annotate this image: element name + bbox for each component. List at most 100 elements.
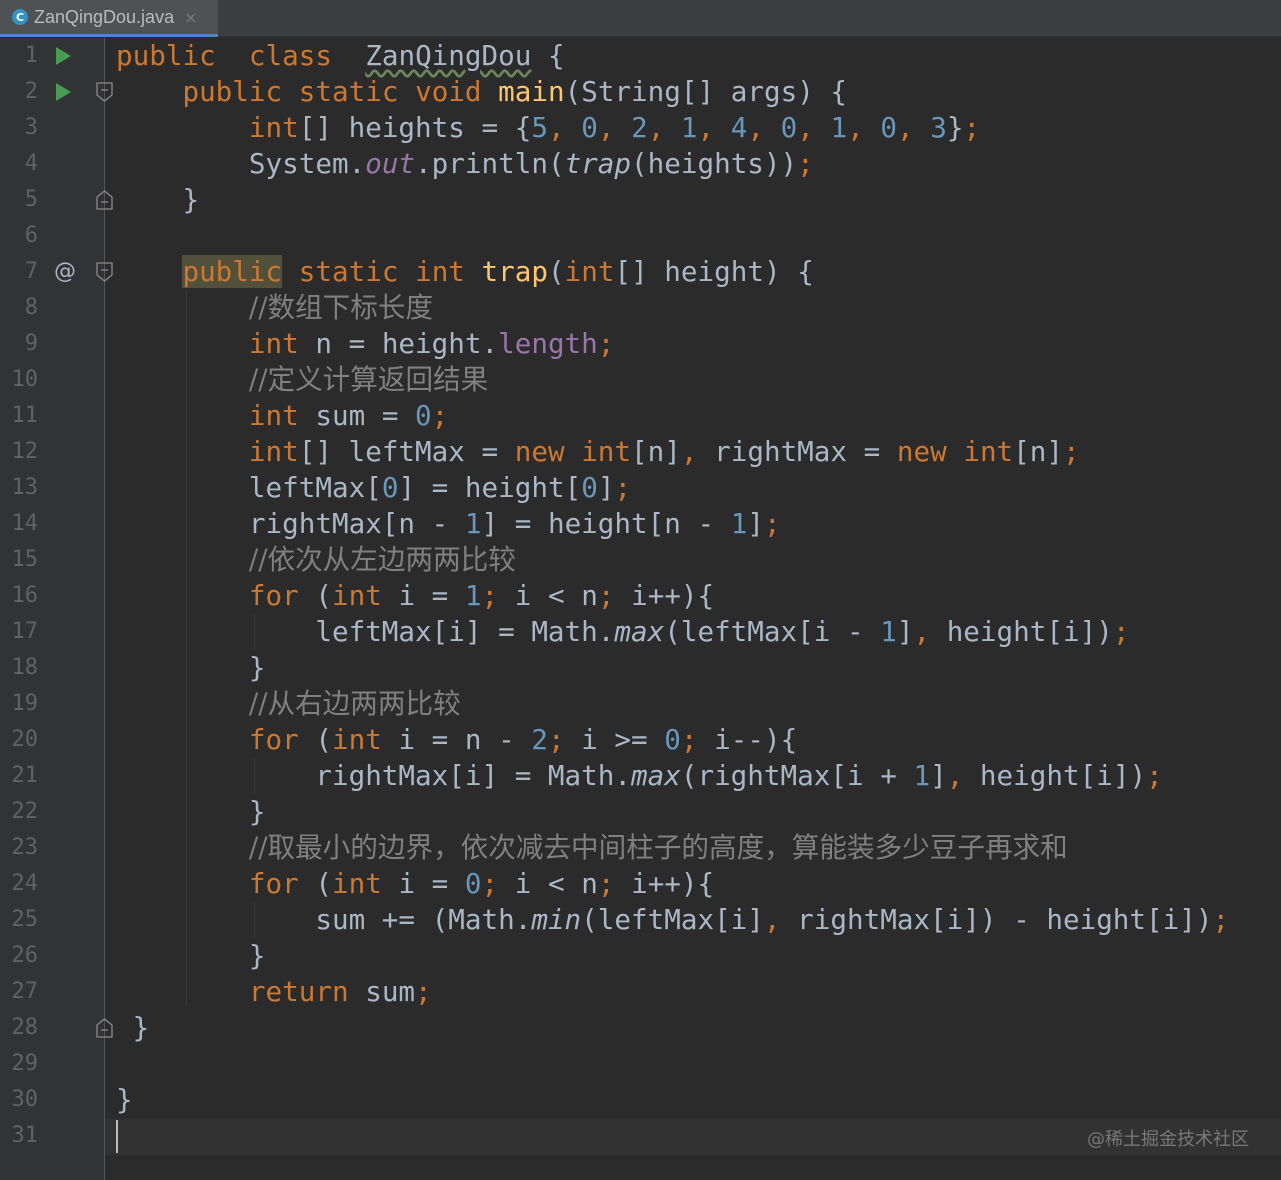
line-number[interactable]: 14 (0, 506, 39, 542)
line-number[interactable]: 16 (0, 578, 39, 614)
code-line[interactable]: public class ZanQingDou { (116, 38, 565, 74)
code-line[interactable]: //定义计算返回结果 (116, 362, 488, 398)
code-line[interactable]: int n = height.length; (116, 326, 615, 362)
code-line[interactable]: } (116, 650, 266, 686)
text-caret (116, 1120, 118, 1153)
run-icon[interactable] (56, 83, 71, 101)
code-token: } (116, 1083, 133, 1116)
line-number[interactable]: 31 (0, 1118, 39, 1154)
line-number[interactable]: 6 (0, 218, 38, 254)
code-line[interactable]: leftMax[0] = height[0]; (116, 470, 631, 506)
code-token: 1 (680, 111, 698, 144)
line-number[interactable]: 2 (0, 74, 38, 110)
line-number[interactable]: 29 (0, 1046, 39, 1082)
code-line[interactable]: int sum = 0; (116, 398, 448, 434)
code-token: //取最小的边界，依次减去中间柱子的高度，算能装多少豆子再求和 (248, 831, 1068, 864)
code-token: //依次从左边两两比较 (248, 543, 516, 576)
code-token: int (248, 435, 299, 468)
code-line[interactable]: } (116, 794, 266, 830)
code-token: ; (597, 327, 615, 360)
code-line[interactable]: public static void main(String[] args) { (116, 74, 847, 110)
code-line[interactable]: } (116, 1082, 133, 1118)
line-number[interactable]: 10 (0, 362, 39, 398)
fold-end-icon[interactable] (96, 190, 113, 210)
code-line[interactable]: } (116, 938, 266, 974)
line-number[interactable]: 28 (0, 1010, 39, 1046)
line-number[interactable]: 20 (0, 722, 39, 758)
code-line[interactable]: //从右边两两比较 (116, 686, 461, 722)
close-icon[interactable]: × (184, 8, 197, 27)
code-line[interactable]: } (116, 1010, 150, 1046)
code-line[interactable]: } (116, 182, 199, 218)
code-line[interactable]: //取最小的边界，依次减去中间柱子的高度，算能装多少豆子再求和 (116, 830, 1068, 866)
code-token: height[i]) (963, 759, 1147, 792)
code-line[interactable]: System.out.println(trap(heights)); (116, 146, 814, 182)
code-token: (String[] args) { (564, 75, 848, 108)
line-number[interactable]: 1 (0, 38, 38, 74)
code-token: ; (481, 579, 499, 612)
run-icon[interactable] (56, 47, 71, 65)
code-line[interactable]: for (int i = 0; i < n; i++){ (116, 866, 714, 902)
code-line[interactable]: int[] leftMax = new int[n], rightMax = n… (116, 434, 1080, 470)
line-number[interactable]: 9 (0, 326, 38, 362)
line-number[interactable]: 24 (0, 866, 39, 902)
code-token: i >= (564, 723, 665, 756)
code-token: new (514, 435, 565, 468)
code-line[interactable]: //依次从左边两两比较 (116, 542, 516, 578)
line-number[interactable]: 22 (0, 794, 39, 830)
line-number[interactable]: 19 (0, 686, 39, 722)
line-number[interactable]: 13 (0, 470, 39, 506)
line-number[interactable]: 30 (0, 1082, 39, 1118)
code-token: System. (116, 147, 366, 180)
line-number[interactable]: 18 (0, 650, 39, 686)
code-line[interactable]: for (int i = 1; i < n; i++){ (116, 578, 714, 614)
line-number[interactable]: 15 (0, 542, 39, 578)
fold-collapse-icon[interactable] (96, 82, 113, 102)
code-line[interactable]: rightMax[i] = Math.max(rightMax[i + 1], … (116, 758, 1162, 794)
code-line[interactable]: return sum; (116, 974, 432, 1010)
code-token: (leftMax[i - (664, 615, 881, 648)
tab-zanqingdou-java[interactable]: C ZanQingDou.java × (0, 0, 218, 37)
code-line[interactable]: leftMax[i] = Math.max(leftMax[i - 1], he… (116, 614, 1129, 650)
code-token: } (116, 183, 200, 216)
fold-end-icon[interactable] (96, 1018, 113, 1038)
override-icon[interactable]: @ (54, 254, 76, 290)
code-token: int (331, 579, 382, 612)
line-number[interactable]: 8 (0, 290, 38, 326)
code-token: , (747, 111, 781, 144)
fold-collapse-icon[interactable] (96, 262, 113, 282)
code-line[interactable]: sum += (Math.min(leftMax[i], rightMax[i]… (116, 902, 1229, 938)
line-number[interactable]: 4 (0, 146, 38, 182)
code-token: [n] (631, 435, 681, 468)
line-number[interactable]: 3 (0, 110, 38, 146)
code-token: ; (597, 579, 615, 612)
code-line[interactable]: rightMax[n - 1] = height[n - 1]; (116, 506, 781, 542)
code-line[interactable]: public static int trap(int[] height) { (116, 254, 814, 290)
line-number[interactable]: 11 (0, 398, 39, 434)
line-number[interactable]: 7 (0, 254, 38, 290)
code-token: max (631, 759, 681, 792)
line-number[interactable]: 26 (0, 938, 39, 974)
code-line[interactable]: for (int i = n - 2; i >= 0; i--){ (116, 722, 797, 758)
line-number[interactable]: 5 (0, 182, 38, 218)
code-token: public (182, 255, 283, 288)
line-number[interactable]: 17 (0, 614, 39, 650)
line-number[interactable]: 23 (0, 830, 39, 866)
line-number[interactable]: 27 (0, 974, 39, 1010)
code-token: 2 (631, 111, 648, 144)
code-token: for (248, 867, 299, 900)
code-token: } (946, 111, 964, 144)
line-number[interactable]: 12 (0, 434, 39, 470)
line-number[interactable]: 21 (0, 758, 39, 794)
code-line[interactable]: int[] heights = {5, 0, 2, 1, 4, 0, 1, 0,… (116, 110, 980, 146)
code-line[interactable]: //数组下标长度 (116, 290, 433, 326)
code-token: } (116, 939, 266, 972)
line-number[interactable]: 25 (0, 902, 39, 938)
